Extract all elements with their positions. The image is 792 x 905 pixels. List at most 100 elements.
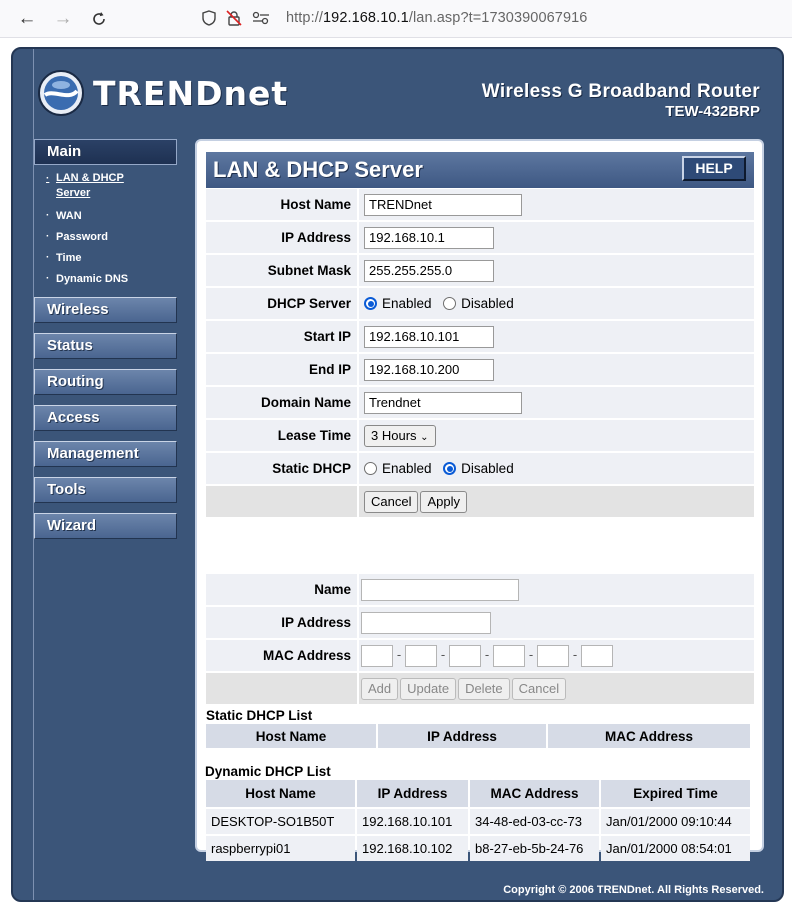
end-ip-label: End IP [206,354,359,385]
dhcp-disabled-radio[interactable] [443,297,457,310]
static-cancel-button[interactable]: Cancel [511,677,567,700]
row-lan-buttons: Cancel Apply [206,486,754,517]
domain-name-input[interactable] [364,391,522,414]
mac-octet-1[interactable] [361,644,393,667]
mac-octet-4[interactable] [493,644,525,667]
static-enabled-label: Enabled [382,461,432,476]
mac-octet-5[interactable] [537,644,569,667]
ip-address-input[interactable] [364,226,494,249]
cancel-button[interactable]: Cancel [364,490,419,513]
permissions-icon[interactable] [252,11,270,28]
cell-host-name: DESKTOP-SO1B50T [206,807,355,834]
menu-main[interactable]: Main [34,139,177,165]
table-row: raspberrypi01 192.168.10.102 b8-27-eb-5b… [206,834,750,861]
forward-icon[interactable]: → [50,6,76,32]
delete-button[interactable]: Delete [458,677,510,700]
content-panel: LAN & DHCP Server HELP Host Name IP Addr… [195,139,764,861]
sub-item-time[interactable]: · Time [46,252,179,264]
cell-expired-time: Jan/01/2000 09:10:44 [601,807,750,834]
apply-button[interactable]: Apply [420,490,467,513]
reload-icon[interactable] [86,6,112,32]
model-number: TEW-432BRP [665,103,760,120]
router-frame: TRENDnet Wireless G Broadband Router TEW… [11,47,784,902]
row-domain-name: Domain Name [206,387,754,418]
static-dhcp-table: Host Name IP Address MAC Address [204,724,752,748]
static-name-label: Name [206,574,359,605]
menu-routing[interactable]: Routing [34,369,177,395]
menu-wireless[interactable]: Wireless [34,297,177,323]
browser-toolbar: ← → http://192.168.10.1/lan.asp?t=173039… [0,0,792,38]
row-ip-address: IP Address [206,222,754,253]
menu-management[interactable]: Management [34,441,177,467]
sub-item-lan-dhcp[interactable]: · LAN & DHCP Server [46,171,179,201]
insecure-lock-icon[interactable] [226,9,242,29]
subnet-mask-input[interactable] [364,259,494,282]
table-row: DESKTOP-SO1B50T 192.168.10.101 34-48-ed-… [206,807,750,834]
row-lease-time: Lease Time 3 Hours ⌄ [206,420,754,451]
cell-mac-address: 34-48-ed-03-cc-73 [470,807,599,834]
url-icons [202,9,270,29]
static-name-input[interactable] [361,578,519,601]
lan-settings-form: Host Name IP Address Subnet Mask DHCP Se… [206,187,754,519]
menu-wizard[interactable]: Wizard [34,513,177,539]
cell-mac-address: b8-27-eb-5b-24-76 [470,834,599,861]
dhcp-enabled-radio[interactable] [364,297,377,310]
table-header: Host Name IP Address MAC Address Expired… [206,780,750,807]
mac-octet-6[interactable] [581,644,613,667]
row-subnet-mask: Subnet Mask [206,255,754,286]
menu-tools[interactable]: Tools [34,477,177,503]
start-ip-label: Start IP [206,321,359,352]
mac-octet-3[interactable] [449,644,481,667]
col-mac-address: MAC Address [548,724,750,748]
sub-item-password[interactable]: · Password [46,231,179,243]
col-host-name: Host Name [206,724,376,748]
cell-ip-address: 192.168.10.101 [357,807,468,834]
row-static-mac: MAC Address ----- [206,640,754,671]
static-ip-label: IP Address [206,607,359,638]
lease-time-select[interactable]: 3 Hours ⌄ [364,424,436,447]
cell-ip-address: 192.168.10.102 [357,834,468,861]
host-name-label: Host Name [206,189,359,220]
back-icon[interactable]: ← [14,6,40,32]
static-ip-input[interactable] [361,611,491,634]
static-list-title: Static DHCP List [206,708,313,723]
help-button[interactable]: HELP [682,156,746,181]
ip-address-label: IP Address [206,222,359,253]
mac-octet-2[interactable] [405,644,437,667]
start-ip-input[interactable] [364,325,494,348]
add-button[interactable]: Add [361,677,399,700]
trendnet-logo: TRENDnet [37,70,288,116]
update-button[interactable]: Update [400,677,457,700]
row-static-dhcp: Static DHCP Enabled Disabled [206,453,754,484]
host-name-input[interactable] [364,193,522,216]
dynamic-list-title: Dynamic DHCP List [205,764,331,779]
menu-access[interactable]: Access [34,405,177,431]
row-static-buttons: Add Update Delete Cancel [206,673,754,704]
col-mac-address: MAC Address [470,780,599,807]
sidebar: Main · LAN & DHCP Server · WAN · Password ·… [34,139,179,549]
static-disabled-radio[interactable] [443,462,457,475]
sub-item-dynamic-dns[interactable]: · Dynamic DNS [46,273,179,285]
sub-item-wan[interactable]: · WAN [46,210,179,222]
cell-expired-time: Jan/01/2000 08:54:01 [601,834,750,861]
row-host-name: Host Name [206,189,754,220]
dynamic-dhcp-table: Host Name IP Address MAC Address Expired… [204,780,752,861]
row-start-ip: Start IP [206,321,754,352]
panel-title-bar: LAN & DHCP Server HELP [206,152,754,188]
logo-globe-icon [38,70,84,116]
static-dhcp-label: Static DHCP [206,453,359,484]
static-enabled-radio[interactable] [364,462,377,475]
dhcp-enabled-label: Enabled [382,296,432,311]
col-expired-time: Expired Time [601,780,750,807]
col-ip-address: IP Address [378,724,546,748]
copyright-text: Copyright © 2006 TRENDnet. All Rights Re… [503,884,764,896]
col-ip-address: IP Address [357,780,468,807]
end-ip-input[interactable] [364,358,494,381]
menu-status[interactable]: Status [34,333,177,359]
url-bar[interactable]: http://192.168.10.1/lan.asp?t=1730390067… [286,10,587,26]
shield-icon[interactable] [202,9,216,29]
chevron-down-icon: ⌄ [420,431,429,443]
domain-name-label: Domain Name [206,387,359,418]
dhcp-disabled-label: Disabled [461,296,514,311]
main-submenu: · LAN & DHCP Server · WAN · Password · Time … [46,171,179,285]
